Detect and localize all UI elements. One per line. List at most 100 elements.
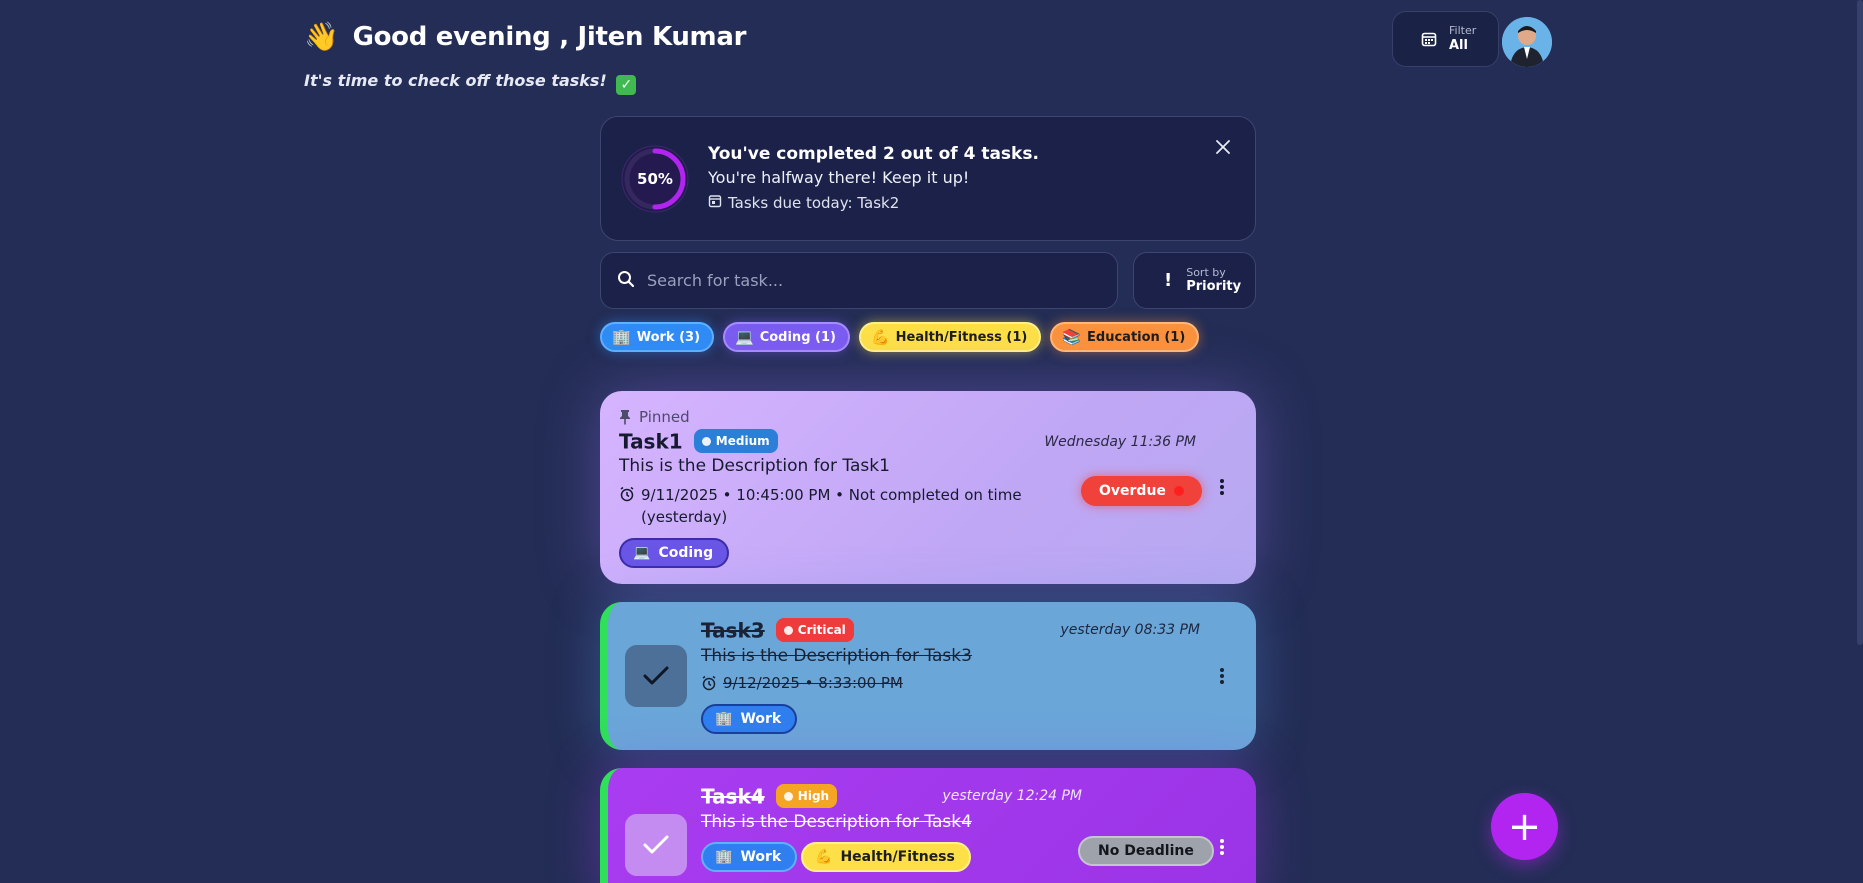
task-tag-label: Work bbox=[740, 711, 782, 727]
task-description: This is the Description for Task3 bbox=[701, 646, 972, 666]
greeting-subtitle: It's time to check off those tasks! ✓ bbox=[304, 71, 637, 95]
task-description: This is the Description for Task4 bbox=[701, 812, 972, 832]
priority-label: Medium bbox=[715, 434, 770, 448]
progress-percent: 50% bbox=[637, 170, 673, 188]
status-badge-no-deadline: No Deadline bbox=[1078, 836, 1214, 866]
priority-dot-icon bbox=[783, 625, 793, 635]
category-chip-label: Work (3) bbox=[636, 329, 701, 345]
task-menu-button[interactable] bbox=[1210, 475, 1234, 499]
task-name: Task4 bbox=[701, 784, 765, 809]
alarm-clock-icon bbox=[620, 486, 634, 502]
task-card-task4[interactable]: Task4 High yesterday 12:24 PM This is th… bbox=[600, 768, 1256, 883]
search-input[interactable] bbox=[647, 271, 1067, 290]
books-icon: 📚 bbox=[1062, 328, 1082, 346]
task-due-relative: (yesterday) bbox=[641, 508, 728, 526]
due-today-text: Tasks due today: Task2 bbox=[728, 194, 900, 212]
task-tag-label: Coding bbox=[658, 545, 714, 561]
scrollbar[interactable] bbox=[1857, 0, 1863, 645]
status-dot-icon bbox=[1173, 486, 1184, 496]
pin-icon bbox=[620, 410, 630, 425]
close-button[interactable] bbox=[1209, 133, 1237, 161]
sort-label: Sort by bbox=[1186, 265, 1226, 279]
task-header: Task4 High bbox=[701, 784, 838, 809]
subtitle-text: It's time to check off those tasks! bbox=[304, 71, 607, 90]
priority-icon: ! bbox=[1164, 270, 1173, 291]
task-tag-work[interactable]: 🏢 Work bbox=[701, 842, 798, 872]
flexed-biceps-icon: 💪 bbox=[870, 328, 890, 346]
task-tag-coding[interactable]: 💻 Coding bbox=[619, 538, 730, 568]
pinned-indicator: Pinned bbox=[619, 408, 690, 426]
check-emoji-icon: ✓ bbox=[616, 75, 637, 95]
greeting-heading: 👋 Good evening , Jiten Kumar bbox=[304, 20, 746, 53]
sort-value: Priority bbox=[1186, 278, 1242, 294]
progress-card: 50% You've completed 2 out of 4 tasks. Y… bbox=[600, 116, 1256, 241]
priority-dot-icon bbox=[701, 436, 711, 446]
checkmark-icon bbox=[643, 835, 669, 854]
task-tag-health-fitness[interactable]: 💪 Health/Fitness bbox=[801, 842, 971, 872]
category-chip-health-fitness[interactable]: 💪 Health/Fitness (1) bbox=[858, 322, 1042, 352]
priority-badge: Medium bbox=[693, 429, 778, 453]
due-today-line: Tasks due today: Task2 bbox=[708, 191, 1039, 215]
status-label: Overdue bbox=[1099, 483, 1166, 499]
priority-dot-icon bbox=[783, 791, 793, 801]
priority-label: High bbox=[797, 789, 830, 803]
task-menu-button[interactable] bbox=[1210, 835, 1234, 859]
priority-label: Critical bbox=[797, 623, 846, 637]
task-checkbox[interactable] bbox=[625, 814, 687, 876]
greeting-text: Good evening , Jiten Kumar bbox=[352, 21, 747, 52]
task-created-time: yesterday 12:24 PM bbox=[942, 788, 1082, 804]
plus-icon: + bbox=[1507, 803, 1542, 850]
task-tag-label: Health/Fitness bbox=[840, 849, 955, 865]
close-icon bbox=[1216, 140, 1230, 154]
task-due-text: 9/11/2025 • 10:45:00 PM • Not completed … bbox=[641, 486, 1022, 504]
category-chip-label: Coding (1) bbox=[759, 329, 836, 345]
task-due: 9/11/2025 • 10:45:00 PM • Not completed … bbox=[619, 484, 1059, 528]
status-label: No Deadline bbox=[1098, 843, 1194, 859]
task-card-task3[interactable]: Task3 Critical yesterday 08:33 PM This i… bbox=[600, 602, 1256, 750]
task-created-time: yesterday 08:33 PM bbox=[1060, 622, 1200, 638]
office-building-icon: 🏢 bbox=[612, 328, 631, 346]
category-chip-label: Health/Fitness (1) bbox=[895, 329, 1028, 345]
more-vertical-icon bbox=[1220, 479, 1224, 495]
office-building-icon: 🏢 bbox=[715, 711, 733, 727]
category-chip-work[interactable]: 🏢 Work (3) bbox=[600, 322, 715, 352]
category-chip-education[interactable]: 📚 Education (1) bbox=[1050, 322, 1200, 352]
add-task-button[interactable]: + bbox=[1491, 793, 1558, 860]
office-building-icon: 🏢 bbox=[715, 849, 733, 865]
priority-badge: Critical bbox=[775, 618, 854, 642]
calendar-small-icon bbox=[708, 191, 722, 215]
task-due: 9/12/2025 • 8:33:00 PM bbox=[701, 674, 903, 692]
wave-emoji: 👋 bbox=[304, 20, 339, 53]
laptop-icon: 💻 bbox=[735, 328, 754, 346]
task-checkbox[interactable] bbox=[625, 645, 687, 707]
filter-button[interactable]: Filter All bbox=[1392, 11, 1499, 67]
category-filter-bar: 🏢 Work (3) 💻 Coding (1) 💪 Health/Fitness… bbox=[600, 322, 1200, 352]
progress-title: You've completed 2 out of 4 tasks. bbox=[708, 144, 1039, 164]
category-chip-label: Education (1) bbox=[1087, 329, 1186, 345]
task-card-task1[interactable]: Pinned Task1 Medium Wednesday 11:36 PM T… bbox=[600, 391, 1256, 584]
task-menu-button[interactable] bbox=[1210, 664, 1234, 688]
checkmark-icon bbox=[643, 666, 669, 685]
laptop-icon: 💻 bbox=[633, 545, 651, 561]
pinned-label: Pinned bbox=[639, 408, 690, 426]
task-name: Task3 bbox=[701, 618, 765, 643]
task-tag-label: Work bbox=[740, 849, 782, 865]
alarm-clock-icon bbox=[702, 675, 716, 691]
avatar[interactable] bbox=[1502, 17, 1552, 67]
priority-badge: High bbox=[775, 784, 838, 808]
search-box bbox=[600, 252, 1118, 309]
filter-label: Filter bbox=[1449, 24, 1477, 37]
calendar-icon bbox=[1421, 31, 1437, 47]
sort-button[interactable]: ! Sort by Priority bbox=[1133, 252, 1256, 309]
task-due-text: 9/12/2025 • 8:33:00 PM bbox=[723, 674, 903, 692]
task-tag-work[interactable]: 🏢 Work bbox=[701, 704, 798, 734]
search-icon bbox=[617, 270, 635, 292]
category-chip-coding[interactable]: 💻 Coding (1) bbox=[723, 322, 850, 352]
task-created-time: Wednesday 11:36 PM bbox=[1044, 434, 1196, 450]
more-vertical-icon bbox=[1220, 668, 1224, 684]
filter-value: All bbox=[1449, 38, 1468, 53]
task-name: Task1 bbox=[619, 429, 683, 454]
status-badge-overdue: Overdue bbox=[1081, 476, 1202, 506]
flexed-biceps-icon: 💪 bbox=[815, 849, 833, 865]
task-header: Task3 Critical bbox=[701, 618, 854, 643]
